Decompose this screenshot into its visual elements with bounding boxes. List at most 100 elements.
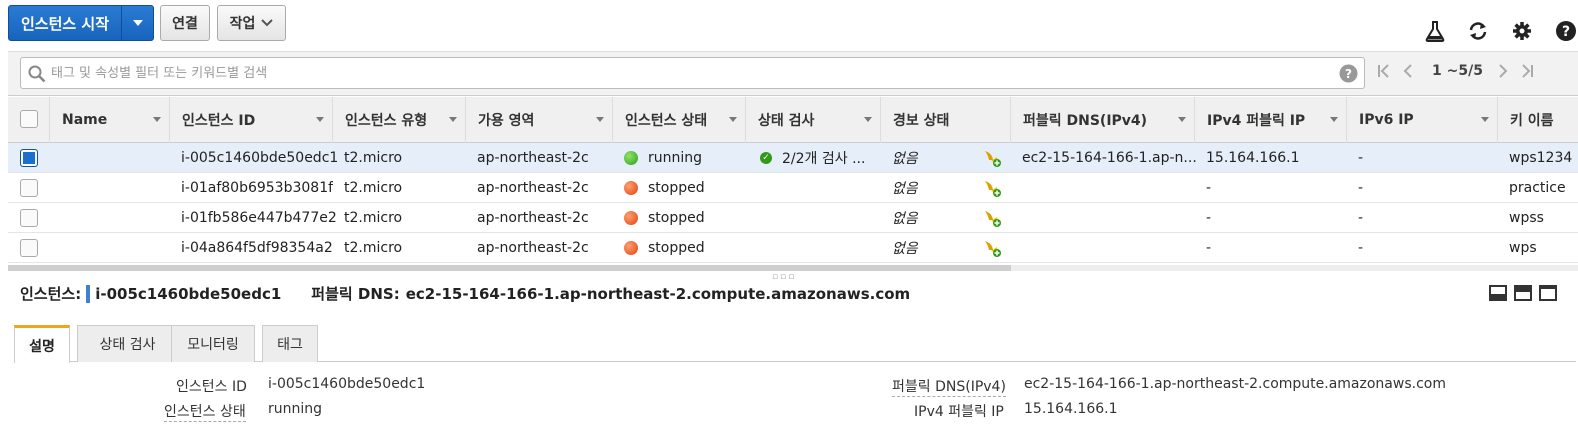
cell-ip: - (1206, 180, 1212, 196)
layout-bottom-icon[interactable] (1489, 285, 1507, 301)
cell-ipv6: - (1358, 180, 1364, 196)
field-label-public-dns: 퍼블릭 DNS(IPv4) (892, 376, 1006, 397)
scroll-thumb[interactable] (8, 265, 1011, 271)
row-checkbox[interactable] (20, 239, 38, 257)
col-public-ip[interactable]: IPv4 퍼블릭 IP (1195, 97, 1347, 143)
table-header: Name 인스턴스 ID 인스턴스 유형 가용 영역 인스턴스 상태 상태 검사… (8, 97, 1578, 143)
row-checkbox[interactable] (20, 209, 38, 227)
panel-layout-controls (1482, 285, 1557, 301)
cell-state: running (624, 143, 702, 173)
col-instance-state[interactable]: 인스턴스 상태 (613, 97, 746, 143)
help-icon[interactable]: ? (1555, 20, 1577, 42)
detail-tabs: 설명 상태 검사 모니터링 태그 (14, 324, 1576, 363)
field-value-instance-id: i-005c1460bde50edc1 (268, 376, 426, 392)
connect-button[interactable]: 연결 (160, 5, 210, 41)
first-page-icon[interactable] (1374, 61, 1394, 81)
cell-alarm: 없음 (892, 241, 918, 257)
cell-id: i-04a864f5df98354a2 (181, 240, 333, 256)
gear-icon[interactable] (1511, 20, 1533, 42)
table-row[interactable]: i-04a864f5df98354a2 t2.micro ap-northeas… (8, 233, 1578, 263)
add-alarm-icon[interactable] (982, 143, 1002, 173)
search-input[interactable] (51, 60, 1321, 86)
cell-state: stopped (624, 203, 705, 233)
field-label-public-ip: IPv4 퍼블릭 IP (914, 404, 1004, 420)
flask-icon[interactable] (1424, 20, 1446, 42)
next-page-icon[interactable] (1493, 61, 1513, 81)
resize-handle[interactable]: ▫▫▫ (772, 272, 796, 282)
add-alarm-icon[interactable] (982, 173, 1002, 203)
add-alarm-icon[interactable] (982, 203, 1002, 233)
col-status-checks[interactable]: 상태 검사 (746, 97, 881, 143)
cell-ipv6: - (1358, 210, 1364, 226)
add-alarm-icon[interactable] (982, 233, 1002, 263)
cell-key: wps1234 (1509, 150, 1573, 166)
cell-type: t2.micro (344, 150, 403, 166)
cell-az: ap-northeast-2c (477, 150, 589, 166)
table-row[interactable]: i-01af80b6953b3081f t2.micro ap-northeas… (8, 173, 1578, 203)
help-circle-icon[interactable]: ? (1339, 64, 1358, 83)
layout-middle-icon[interactable] (1514, 285, 1532, 301)
cell-ip: - (1206, 240, 1212, 256)
refresh-icon[interactable] (1467, 20, 1489, 42)
cell-ipv6: - (1358, 150, 1364, 166)
toolbar: 인스턴스 시작 연결 작업 ? (0, 0, 1578, 50)
last-page-icon[interactable] (1517, 61, 1537, 81)
col-name[interactable]: Name (50, 97, 170, 143)
field-value-public-dns: ec2-15-164-166-1.ap-northeast-2.compute.… (1024, 376, 1446, 392)
cell-key: wpss (1509, 210, 1544, 226)
tab-status-checks[interactable]: 상태 검사 (77, 325, 178, 362)
select-all-checkbox[interactable] (20, 110, 38, 128)
cell-az: ap-northeast-2c (477, 240, 589, 256)
tab-tags[interactable]: 태그 (262, 325, 318, 362)
cell-alarm: 없음 (892, 181, 918, 197)
instances-table: Name 인스턴스 ID 인스턴스 유형 가용 영역 인스턴스 상태 상태 검사… (8, 97, 1578, 271)
actions-button[interactable]: 작업 (217, 5, 286, 41)
page-range: 1 ~5/5 (1432, 63, 1483, 79)
launch-instance-button[interactable]: 인스턴스 시작 (8, 5, 154, 41)
col-key-name[interactable]: 키 이름 (1498, 97, 1578, 143)
cell-ip: 15.164.166.1 (1206, 150, 1300, 166)
cell-az: ap-northeast-2c (477, 180, 589, 196)
stopped-status-icon (624, 241, 638, 255)
svg-text:?: ? (1345, 67, 1352, 81)
chevron-down-icon (261, 19, 274, 27)
select-all-cell (8, 97, 50, 143)
cell-check[interactable]: ✓ 2/2개 검사 ... (760, 143, 865, 173)
col-ipv6[interactable]: IPv6 IP (1347, 97, 1498, 143)
col-alarm-status[interactable]: 경보 상태 (881, 97, 1011, 143)
table-row[interactable]: i-005c1460bde50edc1 t2.micro ap-northeas… (8, 143, 1578, 173)
launch-dropdown-icon[interactable] (122, 6, 154, 40)
cell-state: stopped (624, 173, 705, 203)
table-row[interactable]: i-01fb586e447b477e2 t2.micro ap-northeas… (8, 203, 1578, 233)
stopped-status-icon (624, 181, 638, 195)
col-availability-zone[interactable]: 가용 영역 (466, 97, 613, 143)
col-instance-id[interactable]: 인스턴스 ID (170, 97, 333, 143)
stopped-status-icon (624, 211, 638, 225)
row-checkbox[interactable] (20, 179, 38, 197)
cell-ip: - (1206, 210, 1212, 226)
tab-description[interactable]: 설명 (14, 325, 70, 363)
cell-az: ap-northeast-2c (477, 210, 589, 226)
cell-key: practice (1509, 180, 1566, 196)
svg-text:?: ? (1562, 24, 1570, 40)
cell-id: i-005c1460bde50edc1 (181, 150, 339, 166)
field-label-instance-state: 인스턴스 상태 (164, 401, 246, 422)
cell-id: i-01fb586e447b477e2 (181, 210, 337, 226)
field-value-public-ip: 15.164.166.1 (1024, 401, 1118, 417)
tab-monitoring[interactable]: 모니터링 (171, 325, 255, 362)
prev-page-icon[interactable] (1398, 61, 1418, 81)
detail-header: 인스턴스: i-005c1460bde50edc1 퍼블릭 DNS: ec2-1… (20, 284, 911, 303)
col-instance-type[interactable]: 인스턴스 유형 (333, 97, 466, 143)
layout-top-icon[interactable] (1539, 285, 1557, 301)
cell-key: wps (1509, 240, 1537, 256)
detail-dns-label: 퍼블릭 DNS: (311, 285, 400, 303)
field-value-instance-state: running (268, 401, 323, 417)
col-public-dns[interactable]: 퍼블릭 DNS(IPv4) (1011, 97, 1195, 143)
horizontal-scrollbar[interactable] (8, 265, 1578, 271)
cell-type: t2.micro (344, 240, 403, 256)
cell-alarm: 없음 (892, 211, 918, 227)
cell-dns: ec2-15-164-166-1.ap-n... (1022, 150, 1197, 166)
row-checkbox[interactable] (20, 149, 38, 167)
search-box[interactable]: ? (20, 57, 1365, 89)
cell-type: t2.micro (344, 210, 403, 226)
